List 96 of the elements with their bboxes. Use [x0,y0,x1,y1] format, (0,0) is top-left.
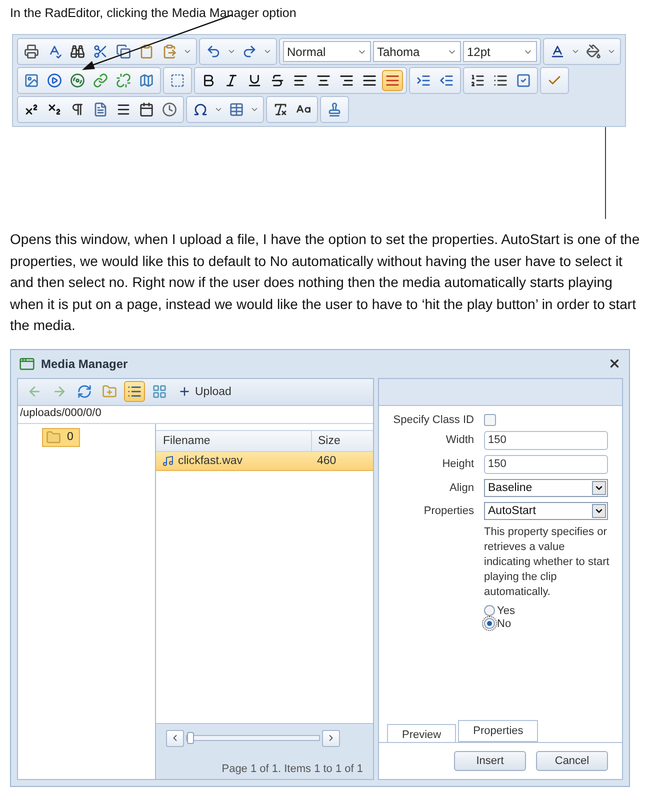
remove-formatting-icon [273,102,288,117]
caret-icon [571,47,580,56]
plus-icon [178,385,191,398]
dashed-square-icon [170,73,185,88]
checkbox-icon [516,73,531,88]
node-label: 0 [67,431,74,443]
field-label: Properties [422,504,474,516]
bullet-list-icon [493,73,508,88]
upload-button[interactable]: Upload [174,381,236,402]
table-icon [229,102,244,117]
calendar-icon [139,102,154,117]
caret-icon [250,105,259,114]
toolbar-dropdown[interactable]: 12pt [463,41,537,62]
stamp-icon [327,102,342,117]
align-none-icon [385,73,400,88]
spellcheck-icon [47,44,62,59]
scissors-icon [93,44,108,59]
copy-icon [116,44,131,59]
folder-path: /uploads/000/0/0 [19,406,102,420]
printer-icon [24,44,39,59]
disc-icon [70,73,85,88]
radio-button[interactable] [484,605,495,616]
dialog-button[interactable]: Cancel [536,750,608,770]
caret-icon [263,47,272,56]
caret-icon [214,105,223,114]
radio-button[interactable] [484,618,495,629]
file-row[interactable]: clickfast.wav 460 [156,452,373,470]
unlink-icon [116,73,131,88]
numbered-list-icon [470,73,485,88]
outdent-icon [439,73,454,88]
clipboard-icon [139,44,154,59]
clock-icon [162,102,177,117]
toolbar-dropdown[interactable]: Tahoma [373,41,461,62]
map-icon [139,73,154,88]
field-label: Width [444,434,474,446]
intro-text: In the RadEditor, clicking the Media Manager option [10,6,298,20]
table-cell: clickfast.wav [178,454,243,466]
column-header[interactable]: Size [311,430,373,450]
redo-icon [242,44,257,59]
align-right-icon [339,73,354,88]
list-view-icon [127,384,142,399]
tree-node[interactable]: 0 [42,428,80,446]
align-left-icon [293,73,308,88]
new-folder-icon [102,384,117,399]
font-color-icon [550,44,565,59]
right-arrow-icon [52,384,67,399]
horizontal-lines-icon [116,102,131,117]
radio-option[interactable]: Yes [484,604,612,616]
dialog-title: Media Manager [41,356,129,370]
underline-icon [247,73,262,88]
italic-icon [224,73,239,88]
clipboard-icon [162,44,177,59]
align-justify-icon [362,73,377,88]
bold-icon [201,73,216,88]
input-field[interactable]: 150 [484,430,608,450]
caret-icon [183,47,192,56]
close-icon[interactable] [608,357,621,370]
table-cell: 460 [317,454,336,466]
indent-icon [416,73,431,88]
refresh-icon [77,384,92,399]
field-label: Height [441,458,474,470]
omega-icon [193,102,208,117]
caret-icon [227,47,236,56]
image-icon [24,73,39,88]
field-label: Specify Class ID [392,414,474,426]
align-center-icon [316,73,331,88]
play-icon [47,73,62,88]
pilcrow-icon [70,102,85,117]
body-paragraph: Opens this window, when I upload a file, I have the option to set the properties. AutoStart is one of the properties, we would like this to default to No automatically without having the user have to select it and then select no. Right now if the user does nothing then the media automatically starts playing when it is put on a page, instead we would like the user to have to ‘hit the play button’ in order to start the media. [10,230,641,335]
select-field[interactable]: AutoStart [484,502,608,520]
paint-bucket-icon [586,44,601,59]
subscript-icon [47,102,62,117]
property-description: This property specifies or retrieves a value indicating whether to start playing the clip automatically. [484,524,610,600]
field-label: Align [448,482,474,494]
link-icon [93,73,108,88]
undo-icon [206,44,221,59]
grid-icon [152,384,167,399]
checkbox[interactable] [484,414,496,426]
tab[interactable]: Preview [387,724,456,742]
strikethrough-icon [270,73,285,88]
radio-option[interactable]: No [484,618,612,630]
tab[interactable]: Properties [458,720,538,742]
select-field[interactable]: Baseline [484,478,608,496]
superscript-icon [24,102,39,117]
folder-icon [46,430,61,444]
audio-file-icon [162,454,174,466]
column-header[interactable]: Filename [156,430,311,450]
dialog-button[interactable]: Insert [454,750,526,770]
toolbar-dropdown[interactable]: Normal [283,41,371,62]
pager-text: Page 1 of 1. Items 1 to 1 of 1 [220,762,363,774]
document-icon [93,102,108,117]
input-field[interactable]: 150 [484,454,608,474]
window-icon [19,356,35,372]
caret-icon [607,47,616,56]
binoculars-icon [70,44,85,59]
scrollbar-thumb[interactable] [187,732,194,744]
